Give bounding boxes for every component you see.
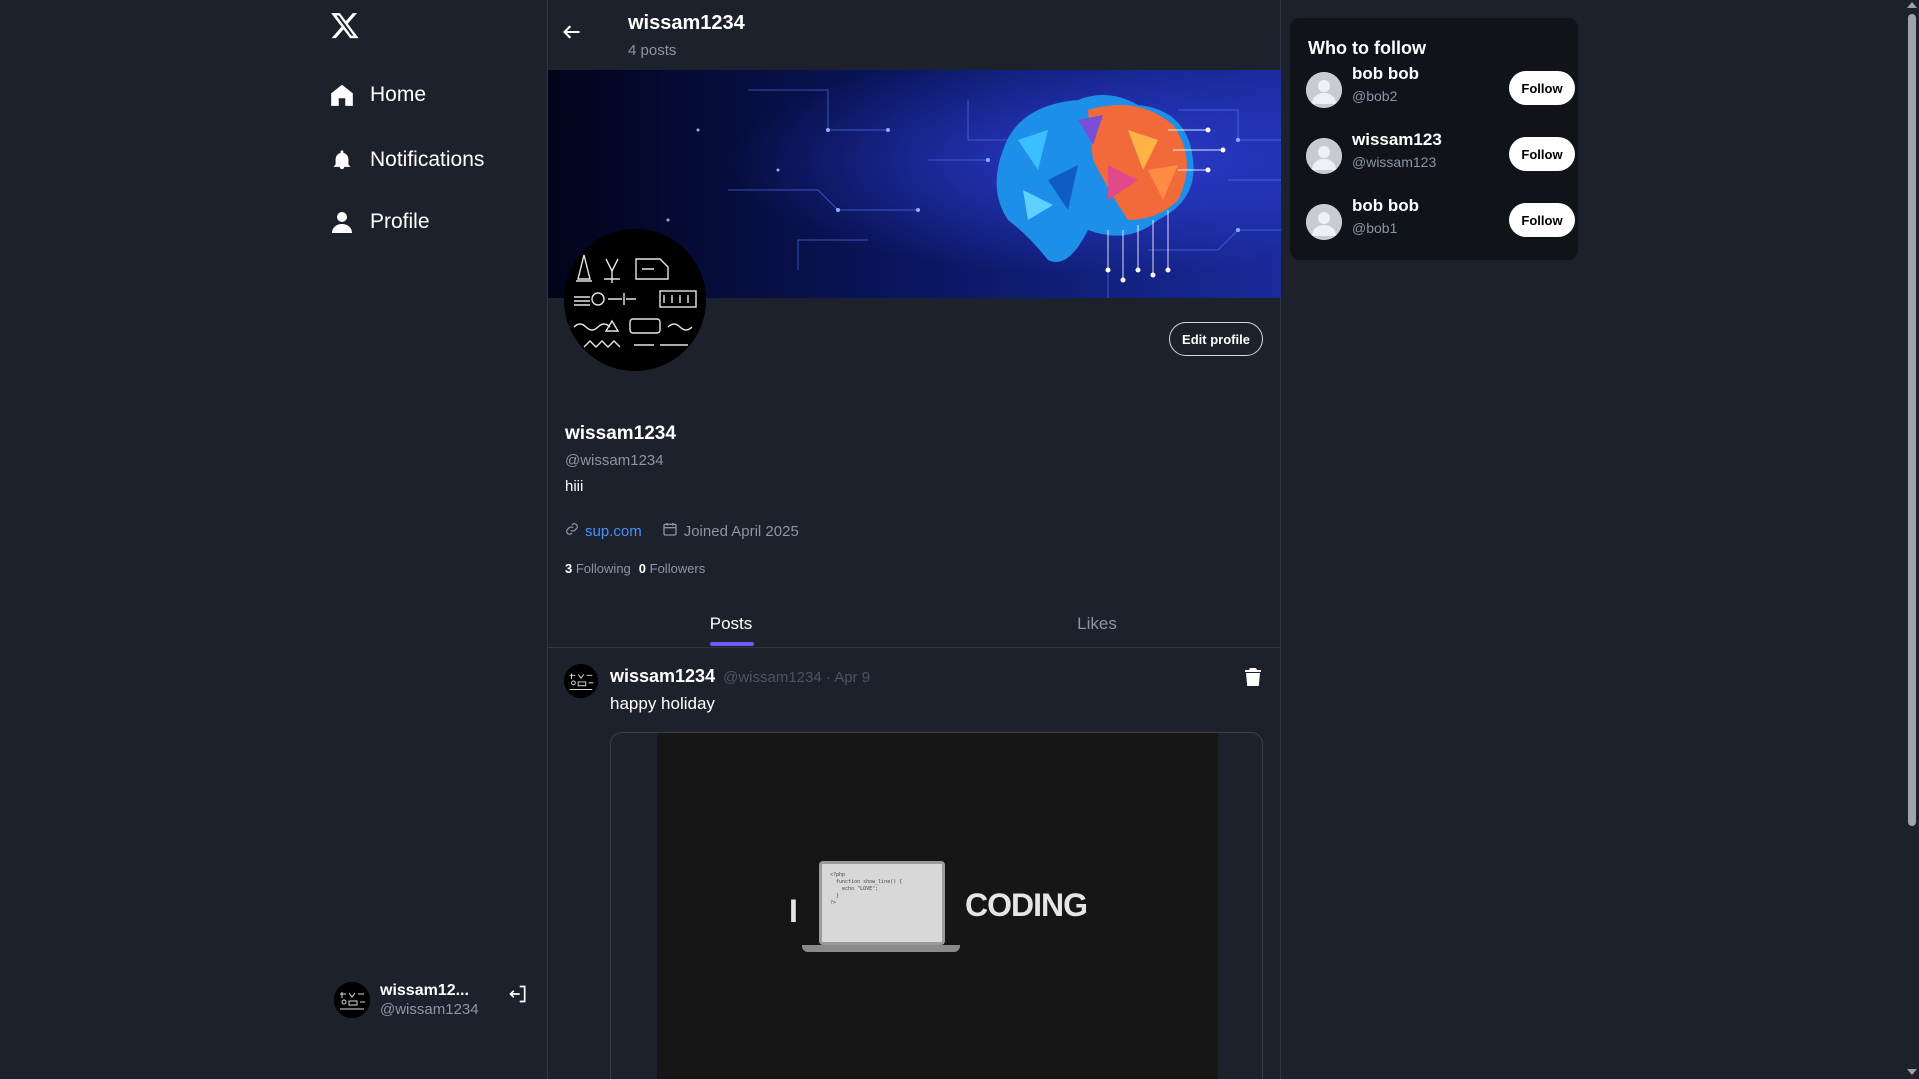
sidebar-item-label: Notifications (370, 148, 485, 171)
suggested-user-name: bob bob (1352, 196, 1420, 215)
post-item[interactable]: wissam1234 @wissam1234 · Apr 9 happy hol… (548, 648, 1281, 1079)
profile-meta: sup.com Joined April 2025 (565, 521, 799, 541)
sidebar-item-label: Home (370, 83, 427, 106)
default-avatar-icon (1306, 204, 1342, 240)
sidebar-item-profile[interactable]: Profile (328, 208, 430, 236)
image-code-text: <?php function show_line() { echo "LOVE"… (830, 872, 903, 906)
profile-tabs: Posts Likes (548, 600, 1281, 648)
sidebar-item-notifications[interactable]: Notifications (328, 146, 484, 174)
who-to-follow-panel: Who to follow bob bob @bob2 Follow wissa… (1290, 18, 1578, 260)
following-count: 3 (565, 561, 573, 576)
home-icon (328, 81, 356, 109)
logout-icon[interactable] (508, 984, 530, 1006)
calendar-icon (662, 521, 678, 541)
post-image-content: I <?php function show_line() { echo "LOV… (657, 733, 1218, 1079)
suggested-user[interactable]: bob bob @bob1 Follow (1306, 196, 1575, 248)
profile-bio: hiii (565, 478, 584, 495)
current-user-card[interactable]: wissam12... @wissam1234 (334, 980, 534, 1020)
app-root: Home Notifications Profile wissam12... @… (0, 0, 1919, 1079)
scroll-up-icon[interactable] (1907, 2, 1917, 8)
profile-name: wissam1234 (565, 423, 676, 444)
profile-joined: Joined April 2025 (683, 522, 799, 540)
follow-button[interactable]: Follow (1509, 137, 1575, 171)
default-avatar-icon (1306, 138, 1342, 174)
back-arrow-icon[interactable] (562, 22, 586, 46)
profile-website-link[interactable]: sup.com (585, 523, 642, 540)
sidebar-item-label: Profile (370, 210, 430, 233)
follow-button[interactable]: Follow (1509, 203, 1575, 237)
bell-icon (328, 146, 356, 174)
avatar[interactable] (564, 664, 598, 698)
suggested-user-name: bob bob (1352, 64, 1420, 83)
post-meta: @wissam1234 · Apr 9 (723, 669, 871, 686)
suggested-user-handle: @bob2 (1352, 88, 1398, 104)
active-tab-indicator (710, 642, 754, 646)
who-to-follow-title: Who to follow (1308, 38, 1426, 58)
laptop-base (802, 945, 960, 952)
followers-count: 0 (638, 561, 647, 576)
current-user-handle: @wissam1234 (380, 1000, 479, 1018)
trash-icon[interactable] (1245, 668, 1263, 688)
post-header: wissam1234 @wissam1234 · Apr 9 (610, 666, 870, 687)
profile-avatar (564, 229, 706, 371)
link-icon (565, 522, 579, 540)
profile-handle: @wissam1234 (565, 452, 664, 469)
suggested-user-handle: @bob1 (1352, 220, 1398, 236)
suggested-user-name: wissam123 (1352, 130, 1442, 149)
laptop-illustration: <?php function show_line() { echo "LOVE"… (819, 861, 945, 945)
avatar (334, 982, 370, 1018)
sidebar-item-home[interactable]: Home (328, 81, 426, 109)
image-text-right: CODING (965, 887, 1088, 923)
main-column: wissam1234 4 posts Edit profile wissam12… (547, 0, 1281, 1079)
suggested-user[interactable]: bob bob @bob2 Follow (1306, 64, 1575, 116)
following-count-link[interactable]: 3 Following (565, 561, 631, 576)
page-scrollbar[interactable] (1904, 0, 1919, 1079)
page-title: wissam1234 (628, 12, 745, 34)
followers-label: Followers (649, 561, 706, 576)
image-text-left: I (789, 893, 798, 929)
suggested-user-handle: @wissam123 (1352, 154, 1437, 170)
follow-button[interactable]: Follow (1509, 71, 1575, 105)
post-author-name[interactable]: wissam1234 (610, 666, 715, 687)
post-count: 4 posts (628, 42, 677, 59)
left-sidebar: Home Notifications Profile wissam12... @… (316, 0, 546, 1079)
x-logo-icon[interactable] (328, 8, 362, 42)
tab-label: Likes (1077, 614, 1117, 633)
edit-profile-button[interactable]: Edit profile (1169, 322, 1263, 356)
tab-posts[interactable]: Posts (548, 600, 914, 648)
follow-counts: 3 Following 0 Followers (565, 561, 705, 576)
current-user-name: wissam12... (380, 982, 469, 1000)
tab-label: Posts (709, 614, 753, 633)
post-image[interactable]: I <?php function show_line() { echo "LOV… (610, 732, 1263, 1079)
followers-count-link[interactable]: 0 Followers (639, 561, 705, 576)
scrollbar-thumb[interactable] (1908, 14, 1916, 826)
suggested-user[interactable]: wissam123 @wissam123 Follow (1306, 130, 1575, 182)
scroll-down-icon[interactable] (1907, 1069, 1917, 1075)
default-avatar-icon (1306, 72, 1342, 108)
user-icon (328, 208, 356, 236)
tab-likes[interactable]: Likes (914, 600, 1280, 648)
following-label: Following (575, 561, 631, 576)
post-text: happy holiday (610, 694, 715, 713)
